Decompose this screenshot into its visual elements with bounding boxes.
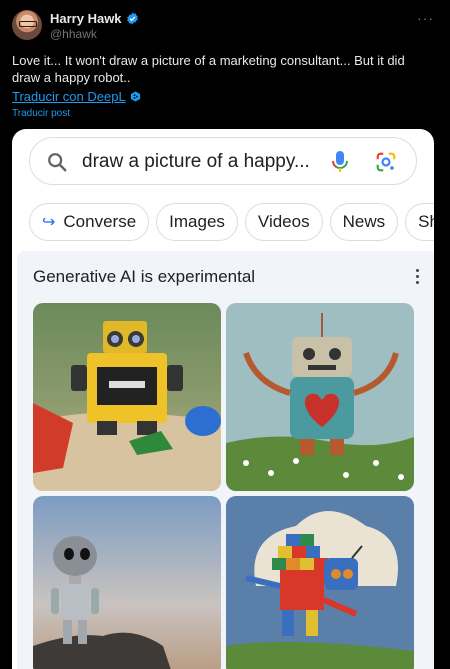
block-robot-image[interactable] [226,496,414,669]
search-bar[interactable]: draw a picture of a happy... [29,137,417,185]
more-vert-icon[interactable] [416,269,420,287]
search-icon [48,153,67,172]
verified-badge-icon [126,12,138,25]
heart-robot-image[interactable] [226,303,414,491]
chip-images[interactable]: Images [156,203,238,241]
tweet-text: Love it... It won't draw a picture of a … [12,53,405,85]
more-options-icon[interactable]: ··· [417,10,434,26]
author-name-row[interactable]: Harry Hawk [50,11,139,26]
chip-news[interactable]: News [329,203,399,241]
generative-ai-title: Generative AI is experimental [33,267,256,286]
generative-ai-panel: Generative AI is experimental [17,251,434,669]
search-query[interactable]: draw a picture of a happy... [82,151,310,173]
chip-videos[interactable]: Videos [244,203,323,241]
deepl-icon [130,91,140,102]
chip-converse[interactable]: ↪ Converse [29,203,150,241]
embedded-screenshot[interactable]: draw a picture of a happy... ↪ Converse … [12,129,434,669]
translate-deepl-link[interactable]: Traducir con DeepL [12,89,126,104]
author-avatar[interactable] [12,10,42,40]
translate-row[interactable]: Traducir con DeepL [12,89,141,104]
author-handle[interactable]: @hhawk [50,27,97,41]
chip-shopping[interactable]: Sho [405,203,434,241]
author-name[interactable]: Harry Hawk [50,11,122,26]
lego-robot-image[interactable] [33,303,221,491]
search-chips: ↪ Converse Images Videos News Sho [29,203,434,241]
microphone-icon[interactable] [330,150,350,174]
translate-post-link[interactable]: Traducir post [12,108,70,119]
silver-robot-image[interactable] [33,496,221,669]
converse-arrow-icon: ↪ [42,214,56,231]
google-lens-icon[interactable] [375,151,397,173]
